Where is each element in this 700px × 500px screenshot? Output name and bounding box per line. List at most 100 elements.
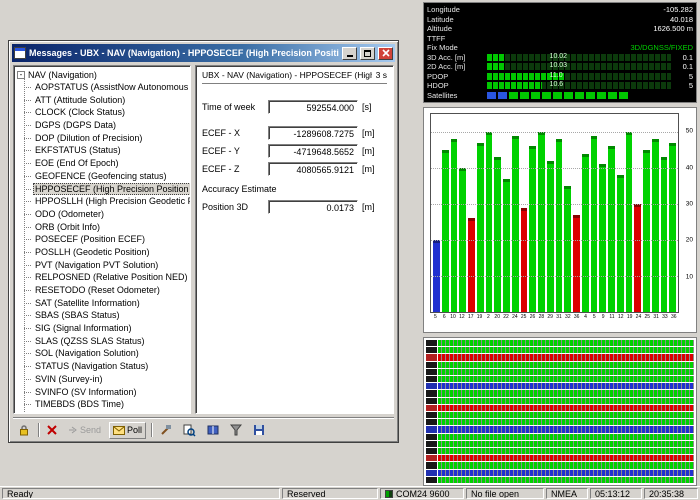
save-button[interactable]: [250, 422, 268, 439]
history-sv-block: [426, 434, 437, 440]
signal-strength-chart: 5610121719220222425262829313236459111219…: [423, 107, 697, 333]
tree-item[interactable]: SLAS (QZSS SLAS Status): [33, 335, 147, 348]
cno-bar: [626, 132, 633, 312]
log-button[interactable]: [204, 422, 222, 439]
history-sv-block: [426, 390, 437, 396]
fields-accuracy: Position 3D0.0173[m]: [202, 200, 387, 214]
close-button[interactable]: [378, 47, 393, 60]
satellite-segment: [553, 92, 562, 99]
satellites-row: Satellites: [427, 91, 693, 101]
window-title: Messages - UBX - NAV (Navigation) - HPPO…: [29, 48, 339, 58]
tree-item[interactable]: EKFSTATUS (Status): [33, 144, 123, 157]
cno-bar: [451, 139, 458, 312]
tree-item[interactable]: EOE (End Of Epoch): [33, 157, 121, 170]
cno-bar: [521, 208, 528, 312]
tree-item[interactable]: TIMEGAL (Galileo Time): [33, 411, 135, 414]
cno-bar: [643, 150, 650, 312]
satellite-history-chart: [423, 337, 697, 486]
poll-envelope-icon: [113, 426, 125, 435]
gauge-row: 3D Acc. [m]10.020.1: [427, 53, 693, 63]
tree-item[interactable]: RESETODO (Reset Odometer): [33, 284, 162, 297]
tree-item[interactable]: GEOFENCE (Geofencing status): [33, 170, 169, 183]
tree-items: AOPSTATUS (AssistNow AutonomousATT (Atti…: [17, 81, 190, 414]
tree-item[interactable]: HPPOSECEF (High Precision Position E: [33, 183, 191, 196]
history-sv-block: [426, 477, 437, 483]
field-value: 592554.000: [268, 100, 358, 114]
tree-item[interactable]: DGPS (DGPS Data): [33, 119, 118, 132]
toolbar-separator: [151, 423, 152, 437]
y-axis-label: 50: [686, 128, 693, 135]
history-row: [438, 347, 694, 353]
poll-button[interactable]: Poll: [109, 422, 146, 439]
tree-item[interactable]: AOPSTATUS (AssistNow Autonomous: [33, 81, 190, 94]
x-axis-label: 22: [503, 314, 510, 320]
tree-item[interactable]: SAT (Satellite Information): [33, 297, 142, 310]
tree-item[interactable]: ORB (Orbit Info): [33, 221, 102, 234]
status-port[interactable]: COM24 9600: [380, 488, 464, 499]
satellite-segment: [564, 92, 573, 99]
gauge-value: 10.02: [550, 53, 568, 60]
data-row: Latitude40.018: [427, 15, 693, 25]
tools-button[interactable]: [157, 422, 175, 439]
save-icon: [253, 424, 265, 436]
tree-item[interactable]: SVINFO (SV Information): [33, 386, 139, 399]
filter-button[interactable]: [227, 422, 245, 439]
history-sv-block: [426, 398, 437, 404]
tree-item[interactable]: TIMEBDS (BDS Time): [33, 398, 126, 411]
maximize-button[interactable]: [360, 47, 375, 60]
lock-button[interactable]: [15, 422, 33, 439]
history-row: [438, 448, 694, 454]
gauge-bar: 11.0: [487, 73, 671, 80]
gauge-right-value: 5: [671, 72, 693, 81]
tree-item[interactable]: SIG (Signal Information): [33, 322, 134, 335]
messages-titlebar[interactable]: Messages - UBX - NAV (Navigation) - HPPO…: [12, 44, 395, 62]
clear-icon: [47, 425, 57, 435]
field-value: 4080565.9121: [268, 162, 358, 176]
field-row: ECEF - Y-4719648.5652[m]: [202, 144, 387, 158]
tree-item[interactable]: HPPOSLLH (High Precision Geodetic P: [33, 195, 191, 208]
satellites-label: Satellites: [427, 91, 487, 100]
window-icon: [14, 47, 26, 59]
cno-bar: [538, 132, 545, 312]
history-leftcol: [426, 340, 437, 483]
tree-item[interactable]: POSECEF (Position ECEF): [33, 233, 147, 246]
tree-item[interactable]: SBAS (SBAS Status): [33, 309, 122, 322]
view-button[interactable]: [180, 422, 199, 439]
tree-item[interactable]: POSLLH (Geodetic Position): [33, 246, 152, 259]
field-row: Position 3D0.0173[m]: [202, 200, 387, 214]
field-label: ECEF - Z: [202, 164, 268, 174]
cno-bar: [529, 146, 536, 312]
cno-plot: [430, 113, 679, 313]
x-axis-label: 36: [573, 314, 580, 320]
tree-item[interactable]: SVIN (Survey-in): [33, 373, 105, 386]
field-unit: [m]: [362, 146, 375, 156]
x-axis-label: 2: [485, 314, 492, 320]
gauge-value: 10.03: [550, 62, 568, 69]
tree-item[interactable]: SOL (Navigation Solution): [33, 347, 141, 360]
history-row: [438, 376, 694, 382]
gauge-row: 2D Acc. [m]10.030.1: [427, 62, 693, 72]
x-axis-label: 20: [494, 314, 501, 320]
gauge-fill: [487, 63, 505, 70]
field-row: Time of week592554.000[s]: [202, 100, 387, 114]
y-axis-label: 20: [686, 237, 693, 244]
cno-bar: [494, 157, 501, 312]
tree-item[interactable]: ODO (Odometer): [33, 208, 106, 221]
gauge-value: 10.6: [550, 81, 564, 88]
tree-item[interactable]: STATUS (Navigation Status): [33, 360, 150, 373]
send-button[interactable]: Send: [65, 422, 104, 439]
tree-root[interactable]: - NAV (Navigation): [17, 68, 190, 81]
tree-item[interactable]: DOP (Dilution of Precision): [33, 132, 144, 145]
data-row: Longitude-105.282: [427, 5, 693, 15]
status-utc-time: 05:13:12: [590, 488, 642, 499]
messages-toolbar: Send Poll: [13, 417, 394, 439]
tree-item[interactable]: RELPOSNED (Relative Position NED): [33, 271, 190, 284]
cno-bar: [556, 139, 563, 312]
tree-item[interactable]: PVT (Navigation PVT Solution): [33, 259, 160, 272]
history-sv-block: [426, 441, 437, 447]
tree-item[interactable]: CLOCK (Clock Status): [33, 106, 127, 119]
close-icon: [382, 49, 390, 57]
minimize-button[interactable]: [342, 47, 357, 60]
clear-button[interactable]: [44, 422, 60, 439]
tree-item[interactable]: ATT (Attitude Solution): [33, 94, 127, 107]
